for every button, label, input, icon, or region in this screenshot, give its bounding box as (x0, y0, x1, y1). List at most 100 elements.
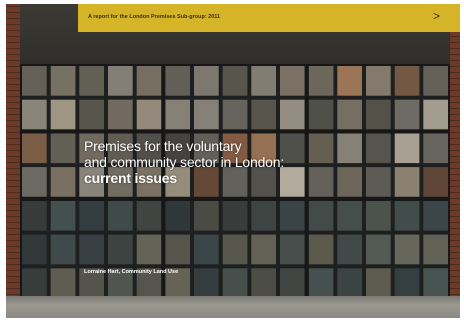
window-pane (308, 268, 334, 298)
window-pane (222, 99, 248, 130)
title-line-2: and community sector in London: (84, 154, 285, 170)
author-credit: Lorraine Hart, Community Land Use (84, 269, 179, 275)
window-pane (394, 234, 420, 265)
window-pane (366, 268, 391, 298)
brick-jamb-left (6, 4, 20, 318)
window-pane (423, 66, 448, 96)
window-pane (79, 200, 104, 231)
window-pane (50, 167, 76, 197)
window-mullion (18, 64, 22, 300)
window-transom (20, 129, 450, 134)
window-pane (50, 133, 76, 164)
window-pane (394, 133, 420, 164)
window-pane (136, 66, 162, 96)
window-pane (280, 234, 305, 265)
window-pane (423, 234, 448, 265)
window-pane (136, 234, 162, 265)
window-pane (108, 99, 133, 130)
window-pane (423, 200, 448, 231)
window-pane (337, 133, 362, 164)
window-pane (50, 200, 76, 231)
window-pane (165, 66, 190, 96)
window-pane (222, 66, 248, 96)
window-pane (79, 234, 104, 265)
window-transom (20, 62, 450, 66)
window-pane (280, 268, 305, 298)
window-pane (308, 234, 334, 265)
window-pane (366, 234, 391, 265)
window-pane (165, 200, 190, 231)
next-arrow-icon[interactable]: > (433, 10, 440, 22)
window-pane (251, 200, 276, 231)
window-pane (222, 200, 248, 231)
brick-jamb-right (450, 4, 460, 318)
window-pane (22, 200, 47, 231)
window-pane (165, 234, 190, 265)
window-pane (22, 167, 47, 197)
window-pane (337, 268, 362, 298)
window-pane (308, 99, 334, 130)
window-pane (108, 200, 133, 231)
window-pane (423, 133, 448, 164)
window-pane (222, 268, 248, 298)
window-pane (337, 167, 362, 197)
window-pane (136, 99, 162, 130)
window-pane (194, 234, 219, 265)
window-pane (108, 234, 133, 265)
window-pane (280, 99, 305, 130)
window-pane (251, 99, 276, 130)
window-pane (136, 200, 162, 231)
window-pane (22, 99, 47, 130)
window-pane (308, 200, 334, 231)
window-pane (308, 66, 334, 96)
window-pane (222, 234, 248, 265)
window-pane (50, 234, 76, 265)
window-pane (251, 66, 276, 96)
window-pane (366, 133, 391, 164)
window-pane (366, 99, 391, 130)
window-pane (394, 268, 420, 298)
window-pane (394, 66, 420, 96)
window-pane (251, 234, 276, 265)
report-page: A report for the London Premises Sub-gro… (0, 0, 464, 326)
window-pane (22, 268, 47, 298)
title-line-1: Premises for the voluntary (84, 138, 242, 154)
report-banner: A report for the London Premises Sub-gro… (78, 4, 460, 32)
window-pane (79, 66, 104, 96)
window-pane (366, 66, 391, 96)
window-pane (22, 133, 47, 164)
window-pane (22, 66, 47, 96)
window-pane (50, 99, 76, 130)
window-pane (194, 200, 219, 231)
window-pane (366, 200, 391, 231)
window-pane (337, 200, 362, 231)
window-pane (337, 234, 362, 265)
window-pane (251, 268, 276, 298)
window-pane (423, 99, 448, 130)
window-pane (22, 234, 47, 265)
window-pane (165, 99, 190, 130)
window-pane (280, 66, 305, 96)
window-pane (280, 200, 305, 231)
window-pane (50, 66, 76, 96)
window-pane (194, 99, 219, 130)
window-pane (79, 99, 104, 130)
window-pane (394, 99, 420, 130)
window-pane (194, 268, 219, 298)
window-sill (6, 296, 460, 318)
title-line-3: current issues (84, 170, 177, 186)
report-title: Premises for the voluntary and community… (84, 138, 324, 186)
window-pane (337, 66, 362, 96)
window-mullion (448, 64, 452, 300)
window-pane (394, 167, 420, 197)
window-pane (108, 66, 133, 96)
cover-photo: A report for the London Premises Sub-gro… (6, 4, 460, 318)
window-pane (423, 268, 448, 298)
window-pane (50, 268, 76, 298)
window-pane (337, 99, 362, 130)
window-pane (366, 167, 391, 197)
window-pane (394, 200, 420, 231)
window-transom (20, 196, 450, 201)
window-pane (194, 66, 219, 96)
banner-text: A report for the London Premises Sub-gro… (88, 14, 221, 20)
